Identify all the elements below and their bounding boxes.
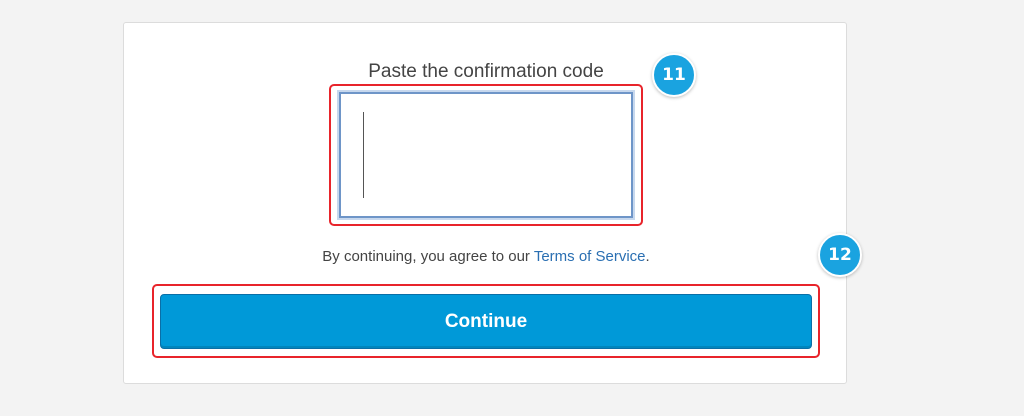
code-label: Paste the confirmation code (368, 61, 604, 82)
agreement-suffix: . (645, 248, 650, 265)
step-badge-11: 11 (652, 53, 696, 97)
continue-button[interactable]: Continue (160, 294, 812, 349)
step-badge-12: 12 (818, 233, 862, 277)
agreement-prefix: By continuing, you agree to our (322, 248, 534, 265)
confirmation-code-input[interactable] (337, 90, 635, 220)
text-caret (363, 112, 364, 198)
terms-of-service-link[interactable]: Terms of Service (534, 248, 646, 265)
